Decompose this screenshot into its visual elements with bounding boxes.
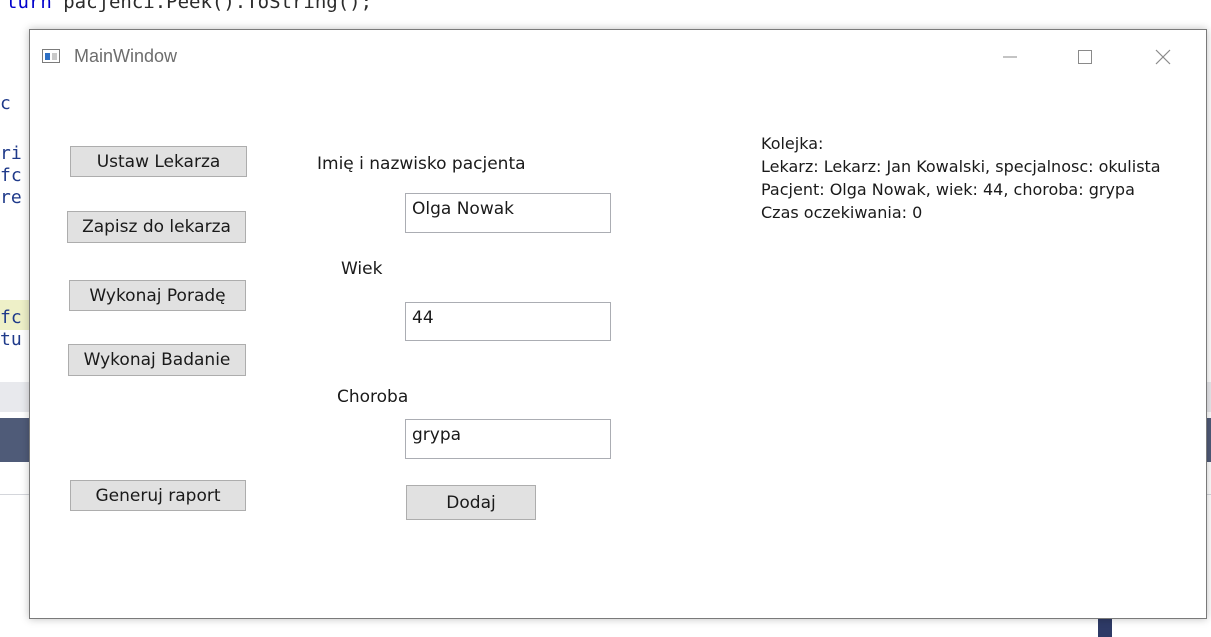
code-fragment: ri — [0, 143, 22, 164]
generuj-raport-button[interactable]: Generuj raport — [70, 480, 246, 511]
code-fragment: fc — [0, 165, 22, 186]
main-window: MainWindow Ustaw Lekarza Zapisz do lekar… — [29, 29, 1207, 619]
age-input[interactable]: 44 — [405, 302, 611, 341]
disease-label: Choroba — [337, 387, 409, 407]
minimize-button[interactable] — [990, 40, 1030, 74]
minimize-icon — [1003, 56, 1017, 58]
code-fragment: fc — [0, 307, 22, 328]
code-fragment: re — [0, 187, 22, 208]
title-bar[interactable]: MainWindow — [30, 30, 1206, 82]
doctor-info: Lekarz: Lekarz: Jan Kowalski, specjalnos… — [761, 157, 1161, 176]
patient-name-label: Imię i nazwisko pacjenta — [317, 154, 526, 174]
maximize-icon — [1078, 50, 1092, 64]
window-content: Ustaw Lekarza Zapisz do lekarza Wykonaj … — [30, 82, 1206, 618]
code-fragment: c — [0, 93, 11, 114]
disease-input[interactable]: grypa — [405, 419, 611, 459]
wykonaj-badanie-button[interactable]: Wykonaj Badanie — [68, 344, 246, 376]
patient-name-input[interactable]: Olga Nowak — [405, 193, 611, 233]
close-button[interactable] — [1143, 40, 1183, 74]
dodaj-button[interactable]: Dodaj — [406, 485, 536, 520]
maximize-button[interactable] — [1065, 40, 1105, 74]
queue-info-panel: Kolejka: Lekarz: Lekarz: Jan Kowalski, s… — [761, 132, 1161, 224]
queue-heading: Kolejka: — [761, 134, 824, 153]
age-label: Wiek — [341, 259, 383, 279]
ustaw-lekarza-button[interactable]: Ustaw Lekarza — [70, 146, 247, 177]
code-fragment: tu — [0, 329, 22, 350]
code-line-top: turn pacjenci.Peek().ToString(); — [6, 0, 373, 13]
waiting-time: Czas oczekiwania: 0 — [761, 203, 923, 222]
wykonaj-porade-button[interactable]: Wykonaj Poradę — [69, 280, 246, 311]
zapisz-do-lekarza-button[interactable]: Zapisz do lekarza — [67, 211, 246, 243]
window-title: MainWindow — [74, 46, 178, 66]
close-icon — [1155, 49, 1171, 65]
patient-info: Pacjent: Olga Nowak, wiek: 44, choroba: … — [761, 180, 1135, 199]
app-window-icon — [42, 49, 60, 63]
